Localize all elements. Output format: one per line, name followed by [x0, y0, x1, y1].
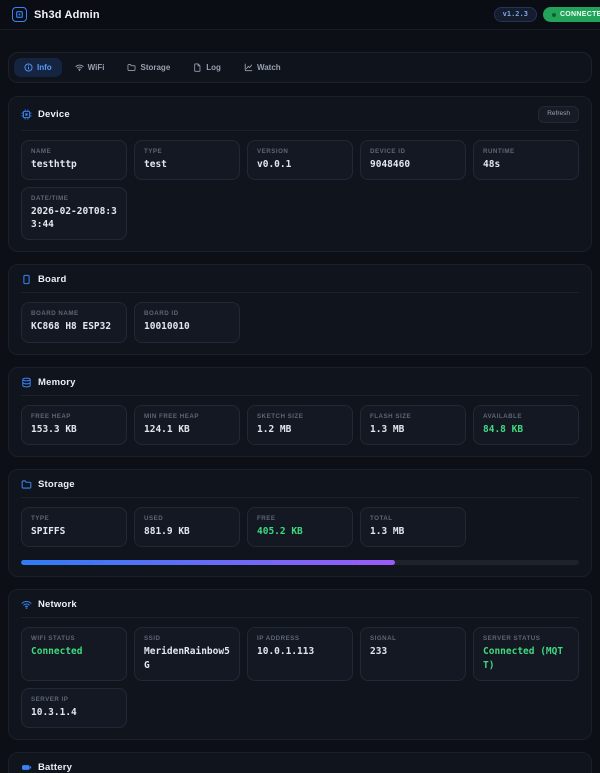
field-device-id: DEVICE ID 9048460 — [360, 140, 466, 180]
connection-status-label: CONNECTED — [560, 11, 600, 18]
tab-label: Log — [206, 63, 221, 72]
section-title: Storage — [38, 479, 75, 490]
tab-storage[interactable]: Storage — [117, 58, 180, 77]
section-battery: Battery VOLTAGE -- PERCENTAGE 0% — [8, 752, 592, 773]
field-type: TYPE test — [134, 140, 240, 180]
field-ip-address: IP ADDRESS 10.0.1.113 — [247, 627, 353, 681]
field-signal: SIGNAL 233 — [360, 627, 466, 681]
field-version: VERSION v0.0.1 — [247, 140, 353, 180]
tab-label: WiFi — [88, 63, 105, 72]
section-title: Battery — [38, 762, 72, 773]
field-runtime: RUNTIME 48s — [473, 140, 579, 180]
section-storage: Storage TYPE SPIFFS USED 881.9 KB FREE 4… — [8, 469, 592, 577]
field-free: FREE 405.2 KB — [247, 507, 353, 547]
tab-label: Info — [37, 63, 52, 72]
field-name: NAME testhttp — [21, 140, 127, 180]
app-title: Sh3d Admin — [34, 9, 100, 21]
connection-dot-icon — [552, 13, 556, 17]
field-server-status: SERVER STATUS Connected (MQTT) — [473, 627, 579, 681]
field-free-heap: FREE HEAP 153.3 KB — [21, 405, 127, 445]
connection-status-badge: CONNECTED — [543, 7, 600, 22]
tab-wifi[interactable]: WiFi — [65, 58, 115, 77]
tab-info[interactable]: Info — [14, 58, 62, 77]
section-board: Board BOARD NAME KC868 H8 ESP32 BOARD ID… — [8, 264, 592, 354]
field-used: USED 881.9 KB — [134, 507, 240, 547]
database-icon — [21, 377, 32, 388]
section-title: Board — [38, 274, 66, 285]
refresh-button[interactable]: Refresh — [538, 106, 579, 123]
version-badge: v1.2.3 — [494, 7, 537, 22]
section-network: Network WIFI STATUS Connected SSID Merid… — [8, 589, 592, 740]
battery-icon — [21, 762, 32, 773]
section-memory: Memory FREE HEAP 153.3 KB MIN FREE HEAP … — [8, 367, 592, 457]
tab-label: Storage — [140, 63, 170, 72]
section-title: Memory — [38, 377, 76, 388]
field-server-ip: SERVER IP 10.3.1.4 — [21, 688, 127, 728]
chart-icon — [244, 63, 253, 72]
field-wifi-status: WIFI STATUS Connected — [21, 627, 127, 681]
tab-bar: Info WiFi Storage Log Watch — [8, 52, 592, 83]
field-ssid: SSID MeridenRainbow5G — [134, 627, 240, 681]
file-icon — [193, 63, 202, 72]
info-icon — [24, 63, 33, 72]
storage-usage-bar — [21, 560, 579, 565]
field-available: AVAILABLE 84.8 KB — [473, 405, 579, 445]
app-logo-icon — [12, 7, 27, 22]
wifi-icon — [21, 599, 32, 610]
tab-label: Watch — [257, 63, 281, 72]
field-flash-size: FLASH SIZE 1.3 MB — [360, 405, 466, 445]
section-title: Device — [38, 109, 70, 120]
field-min-free-heap: MIN FREE HEAP 124.1 KB — [134, 405, 240, 445]
folder-icon — [21, 479, 32, 490]
storage-usage-fill — [21, 560, 395, 565]
field-storage-type: TYPE SPIFFS — [21, 507, 127, 547]
section-device: Device Refresh NAME testhttp TYPE test V… — [8, 96, 592, 252]
section-title: Network — [38, 599, 77, 610]
cpu-icon — [21, 109, 32, 120]
field-sketch-size: SKETCH SIZE 1.2 MB — [247, 405, 353, 445]
tab-watch[interactable]: Watch — [234, 58, 291, 77]
tab-log[interactable]: Log — [183, 58, 231, 77]
wifi-icon — [75, 63, 84, 72]
field-board-id: BOARD ID 10010010 — [134, 302, 240, 342]
field-datetime: DATE/TIME 2026-02-20T08:33:44 — [21, 187, 127, 241]
folder-icon — [127, 63, 136, 72]
board-icon — [21, 274, 32, 285]
app-header: Sh3d Admin v1.2.3 CONNECTED — [0, 0, 600, 30]
field-total: TOTAL 1.3 MB — [360, 507, 466, 547]
field-board-name: BOARD NAME KC868 H8 ESP32 — [21, 302, 127, 342]
